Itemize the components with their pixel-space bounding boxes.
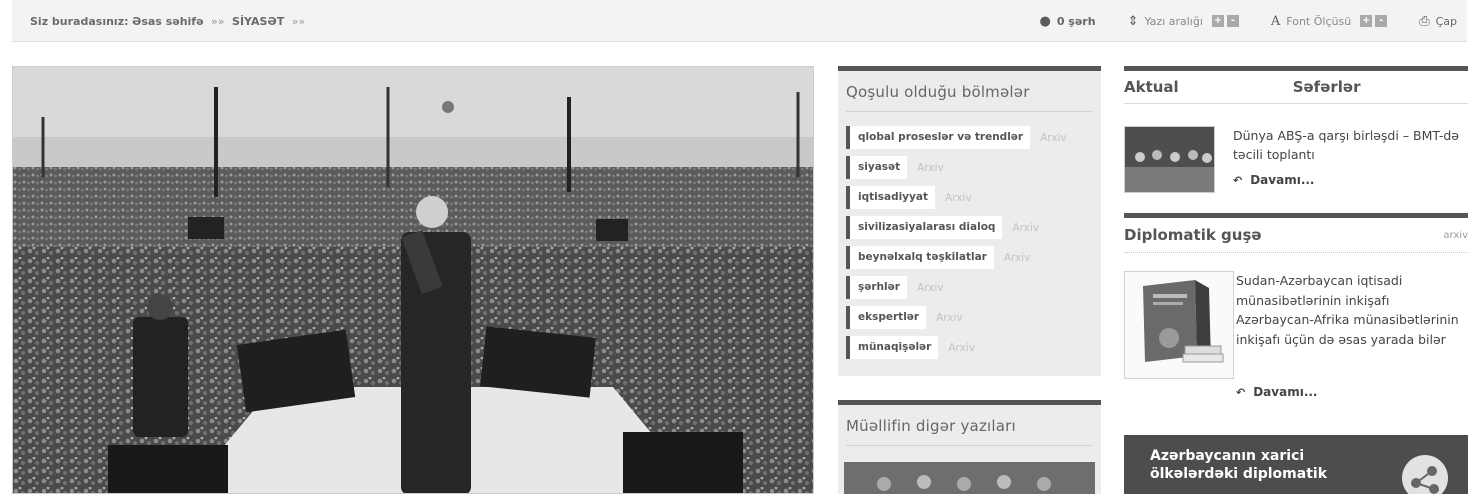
aktual-news-headline[interactable]: Dünya ABŞ-a qarşı birləşdi – BMT-də təci… — [1233, 126, 1468, 164]
category-archive-link[interactable]: Arxiv — [1040, 132, 1067, 144]
category-item: beynəlxalq təşkilatlar Arxiv — [846, 246, 1093, 269]
line-spacing-increase-button[interactable]: + — [1211, 15, 1224, 27]
diplomatic-corner-title: Diplomatik guşə — [1124, 226, 1262, 244]
font-size-decrease-button[interactable]: - — [1375, 15, 1388, 27]
category-list: qlobal proseslər və trendlər Arxiv siyas… — [838, 112, 1101, 376]
reply-arrow-icon: ↶ — [1236, 385, 1246, 399]
article-hero-photo — [12, 66, 814, 494]
rally-photo — [13, 67, 813, 493]
category-archive-link[interactable]: Arxiv — [1012, 222, 1039, 234]
read-more-label: Davamı... — [1253, 385, 1318, 399]
print-button[interactable]: ⎙ Çap — [1419, 15, 1457, 28]
author-posts-title: Müəllifin digər yazıları — [846, 417, 1016, 435]
categories-box: Qoşulu olduğu bölmələr qlobal proseslər … — [838, 66, 1101, 376]
tab-aktual[interactable]: Aktual — [1124, 78, 1179, 96]
font-icon: A — [1270, 13, 1281, 29]
book-image — [1125, 272, 1233, 378]
category-link[interactable]: siyasət — [846, 156, 908, 179]
line-spacing-decrease-button[interactable]: - — [1226, 15, 1239, 27]
diplomatic-corner-header: Diplomatik guşə arxiv — [1124, 213, 1468, 253]
aktual-news-thumbnail[interactable] — [1124, 126, 1215, 193]
right-column: Aktual Səfərlər Dünya ABŞ-a qarşı birləş… — [1124, 66, 1468, 494]
banner-title-line-2: ölkələrdəki diplomatik — [1150, 466, 1328, 482]
category-item: qlobal proseslər və trendlər Arxiv — [846, 126, 1093, 149]
comment-icon: ● — [1039, 13, 1051, 29]
banner-title-line-1: Azərbaycanın xarici — [1150, 448, 1305, 464]
category-link[interactable]: iqtisadiyyat — [846, 186, 935, 209]
category-link[interactable]: ekspertlər — [846, 306, 927, 329]
category-link[interactable]: sivilizasiyalarası dialoq — [846, 216, 1003, 239]
category-item: siyasət Arxiv — [846, 156, 1093, 179]
top-toolbar: Siz buradasınız: Əsas səhifə »» SİYASƏT … — [12, 0, 1467, 42]
aktual-tabs: Aktual Səfərlər — [1124, 66, 1468, 104]
categories-title: Qoşulu olduğu bölmələr — [846, 83, 1030, 101]
diplomatic-archive-link[interactable]: arxiv — [1443, 230, 1468, 241]
category-archive-link[interactable]: Arxiv — [936, 312, 963, 324]
author-post-thumbnail[interactable] — [844, 462, 1095, 494]
category-item: şərhlər Arxiv — [846, 276, 1093, 299]
category-item: münaqişələr Arxiv — [846, 336, 1093, 359]
author-post-image — [844, 462, 1095, 494]
aktual-read-more-link[interactable]: ↶ Davamı... — [1233, 171, 1468, 190]
font-size-label: Font Ölçüsü — [1286, 14, 1352, 28]
category-archive-link[interactable]: Arxiv — [948, 342, 975, 354]
category-archive-link[interactable]: Arxiv — [945, 192, 972, 204]
middle-column: Qoşulu olduğu bölmələr qlobal proseslər … — [838, 66, 1101, 494]
category-archive-link[interactable]: Arxiv — [917, 282, 944, 294]
line-spacing-control: ⇕ Yazı aralığı + - — [1128, 15, 1239, 28]
breadcrumb: Siz buradasınız: Əsas səhifə »» SİYASƏT … — [30, 15, 309, 28]
article-tools: ● 0 şərh ⇕ Yazı aralığı + - A Font Ölçüs… — [1007, 11, 1457, 31]
diplomatic-news-headline[interactable]: Sudan-Azərbaycan iqtisadi münasibətlərin… — [1236, 271, 1468, 349]
breadcrumb-separator-trailing: »» — [291, 15, 306, 28]
print-label: Çap — [1435, 14, 1457, 28]
comments-link[interactable]: ● 0 şərh — [1039, 15, 1095, 28]
line-spacing-label: Yazı aralığı — [1144, 14, 1203, 28]
breadcrumb-separator: »» — [211, 15, 225, 28]
share-network-icon — [1402, 455, 1448, 494]
font-size-control: A Font Ölçüsü + - — [1270, 13, 1388, 29]
tab-seferler[interactable]: Səfərlər — [1293, 78, 1361, 96]
un-meeting-image — [1125, 127, 1214, 192]
breadcrumb-home-link[interactable]: Əsas səhifə — [132, 15, 204, 28]
aktual-news-text: Dünya ABŞ-a qarşı birləşdi – BMT-də təci… — [1233, 126, 1468, 193]
book-cover-thumbnail[interactable] — [1124, 271, 1234, 379]
divider — [846, 445, 1093, 446]
breadcrumb-current[interactable]: SİYASƏT — [232, 15, 284, 28]
aktual-news-item: Dünya ABŞ-a qarşı birləşdi – BMT-də təci… — [1124, 126, 1468, 193]
reply-arrow-icon: ↶ — [1233, 174, 1243, 187]
diplomatic-news-item: Sudan-Azərbaycan iqtisadi münasibətlərin… — [1124, 271, 1468, 379]
diplomatic-news-text: Sudan-Azərbaycan iqtisadi münasibətlərin… — [1236, 271, 1468, 379]
category-item: sivilizasiyalarası dialoq Arxiv — [846, 216, 1093, 239]
diplomatic-read-more-link[interactable]: ↶ Davamı... — [1236, 385, 1468, 399]
read-more-label: Davamı... — [1250, 173, 1315, 187]
font-size-increase-button[interactable]: + — [1360, 15, 1373, 27]
category-archive-link[interactable]: Arxiv — [917, 162, 944, 174]
category-link[interactable]: şərhlər — [846, 276, 907, 299]
breadcrumb-prefix: Siz buradasınız: — [30, 15, 129, 28]
category-item: iqtisadiyyat Arxiv — [846, 186, 1093, 209]
printer-icon: ⎙ — [1419, 13, 1430, 29]
diplomatic-missions-banner[interactable]: Azərbaycanın xarici ölkələrdəki diplomat… — [1124, 435, 1468, 494]
category-item: ekspertlər Arxiv — [846, 306, 1093, 329]
category-link[interactable]: beynəlxalq təşkilatlar — [846, 246, 994, 269]
category-archive-link[interactable]: Arxiv — [1004, 252, 1031, 264]
author-other-posts-box: Müəllifin digər yazıları — [838, 400, 1101, 494]
line-spacing-icon: ⇕ — [1127, 13, 1139, 29]
banner-title: Azərbaycanın xarici ölkələrdəki diplomat… — [1150, 447, 1327, 483]
category-link[interactable]: qlobal proseslər və trendlər — [846, 126, 1031, 149]
category-link[interactable]: münaqişələr — [846, 336, 939, 359]
comments-count: 0 şərh — [1056, 14, 1096, 28]
